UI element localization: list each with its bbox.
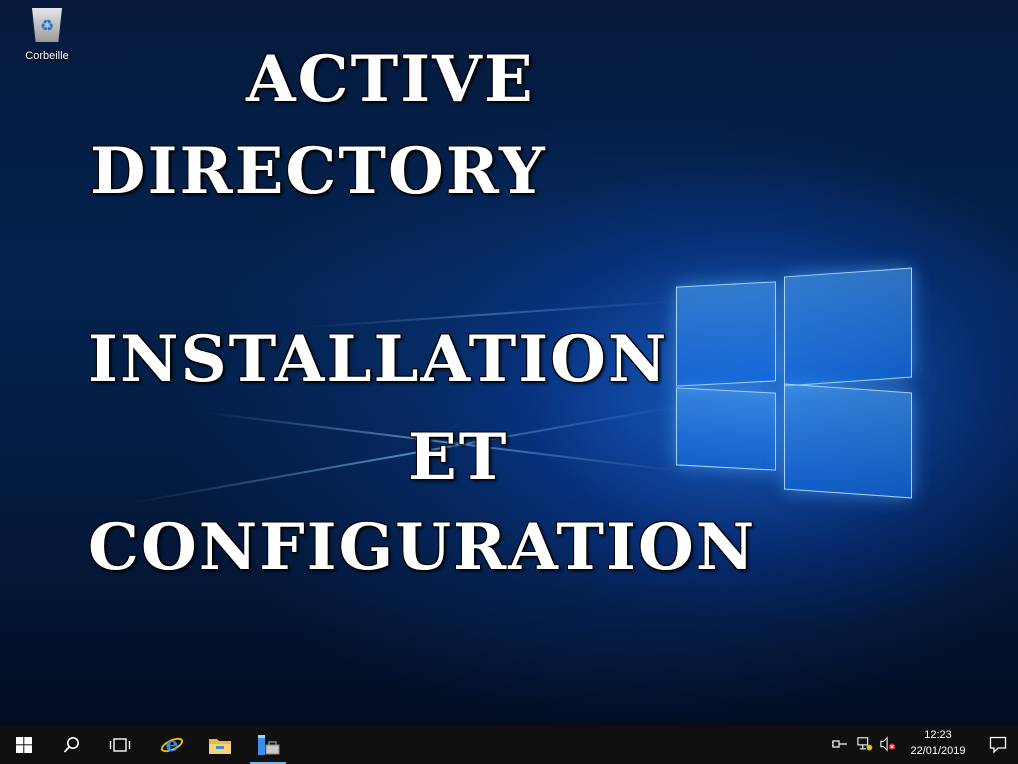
file-explorer-button[interactable] xyxy=(196,725,244,764)
taskbar-clock[interactable]: 12:23 22/01/2019 xyxy=(898,727,978,762)
network-icon[interactable] xyxy=(857,736,873,752)
internet-explorer-button[interactable]: e xyxy=(148,725,196,764)
power-plug-icon[interactable] xyxy=(832,736,848,752)
recycle-bin-icon xyxy=(32,8,62,42)
file-explorer-icon xyxy=(209,738,231,754)
clock-date: 22/01/2019 xyxy=(910,745,966,757)
internet-explorer-icon: e xyxy=(160,733,184,756)
taskbar: e 12:23 22/01/2019 xyxy=(0,725,1018,764)
search-icon xyxy=(63,736,79,753)
volume-muted-icon[interactable] xyxy=(880,736,896,752)
task-view-button[interactable] xyxy=(96,725,144,764)
title-line-active: ACTIVE xyxy=(246,42,535,117)
title-line-directory: DIRECTORY xyxy=(90,134,547,209)
server-manager-button[interactable] xyxy=(244,725,292,764)
start-button[interactable] xyxy=(0,725,48,764)
server-manager-icon xyxy=(258,734,280,755)
action-center-icon xyxy=(989,736,1007,754)
search-button[interactable] xyxy=(48,725,96,764)
title-line-installation: INSTALLATION xyxy=(88,322,669,397)
title-line-configuration: CONFIGURATION xyxy=(88,510,757,585)
windows-start-icon xyxy=(16,736,32,753)
action-center-button[interactable] xyxy=(978,725,1018,764)
title-line-et: ET xyxy=(408,420,509,495)
clock-time: 12:23 xyxy=(924,729,952,741)
svg-text:e: e xyxy=(166,733,179,756)
task-view-icon xyxy=(109,737,131,752)
desktop[interactable]: Corbeille ACTIVE DIRECTORY INSTALLATION … xyxy=(0,0,1018,725)
